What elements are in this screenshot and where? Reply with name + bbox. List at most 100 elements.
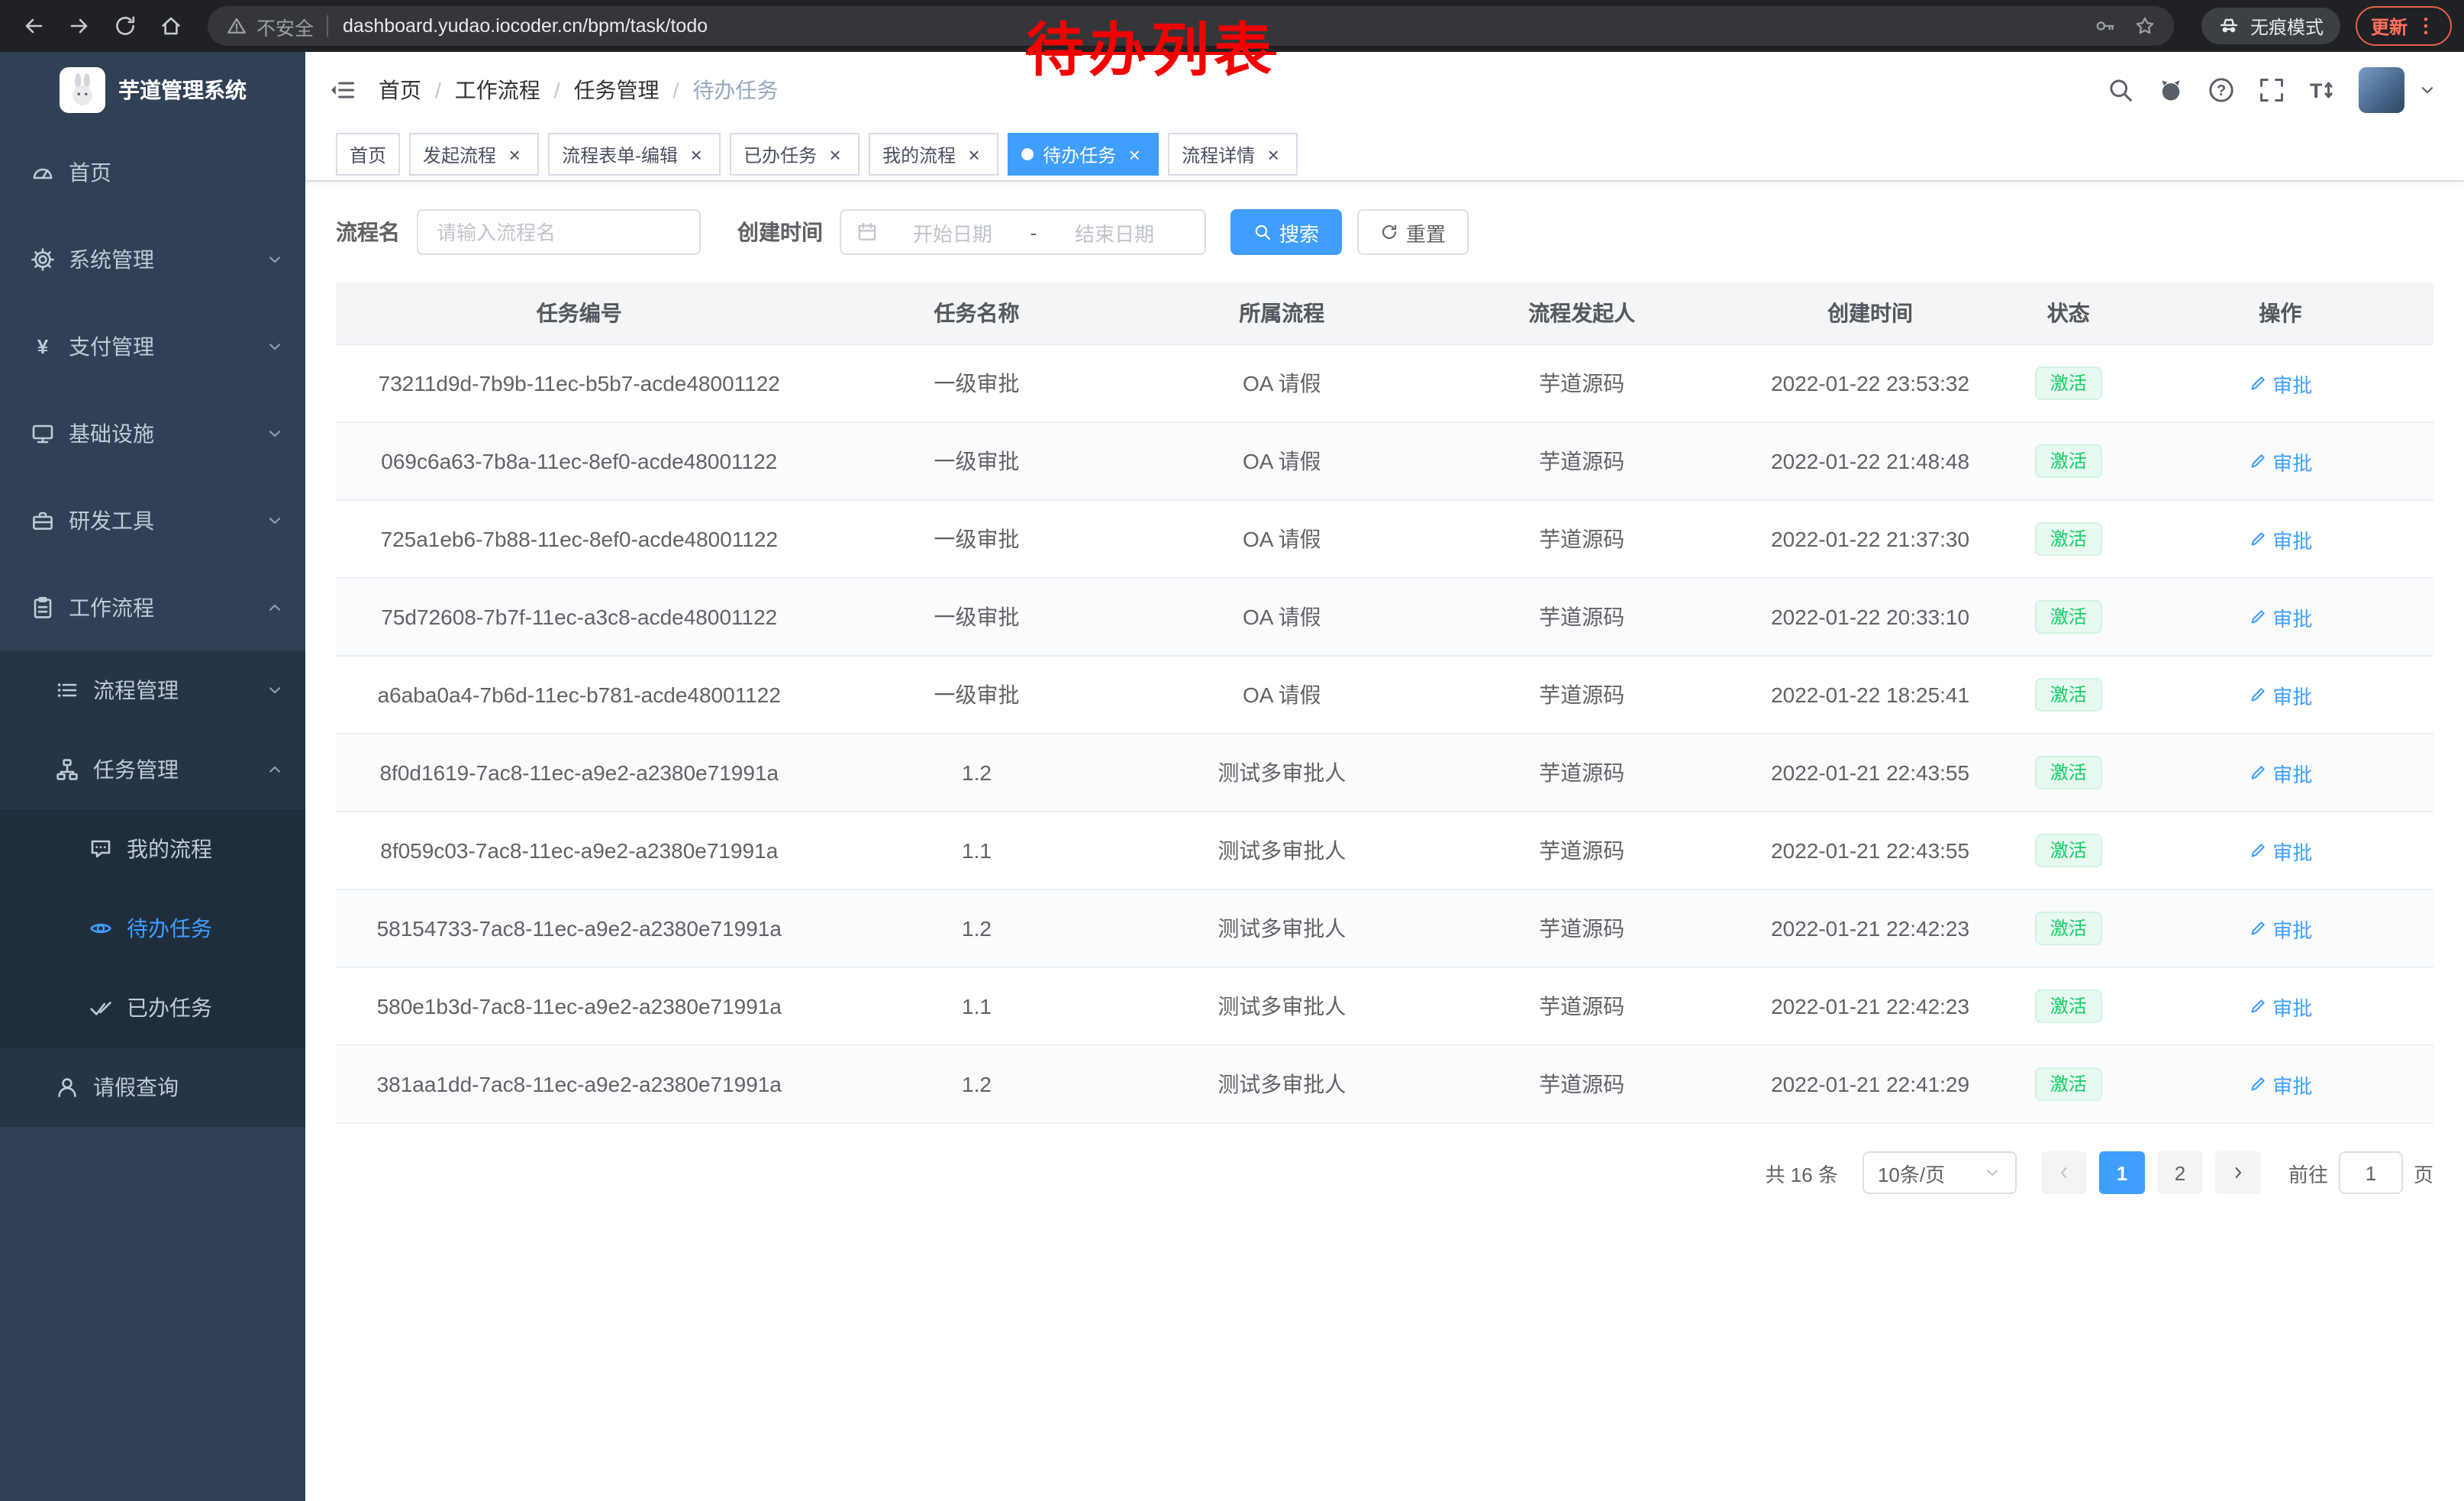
tab-label: 已办任务 — [743, 141, 817, 167]
home-button[interactable] — [150, 5, 192, 47]
tab-close-icon[interactable]: × — [1124, 144, 1145, 165]
approve-link[interactable]: 审批 — [2248, 1070, 2312, 1099]
sidebar-item-leave-query[interactable]: 请假查询 — [0, 1047, 305, 1127]
breadcrumb-item-home[interactable]: 首页 — [379, 75, 421, 105]
tab-close-icon[interactable]: × — [824, 144, 846, 165]
approve-link[interactable]: 审批 — [2248, 680, 2312, 709]
breadcrumb-item-task-mgmt[interactable]: 任务管理 — [574, 75, 660, 105]
sidebar-item-devtools[interactable]: 研发工具 — [0, 476, 305, 563]
navbar-actions: ? T — [2107, 67, 2464, 113]
status-badge: 激活 — [2035, 989, 2102, 1024]
status-badge: 激活 — [2035, 522, 2102, 557]
breadcrumb-item-current: 待办任务 — [692, 75, 778, 105]
sidebar-item-todo-task[interactable]: 待办任务 — [0, 889, 305, 968]
edit-pen-icon — [2248, 608, 2266, 626]
approve-link-label: 审批 — [2272, 992, 2312, 1021]
tab-label: 我的流程 — [882, 141, 956, 167]
page-button-1[interactable]: 1 — [2099, 1151, 2145, 1194]
cell-initiator: 芋道源码 — [1433, 344, 1730, 422]
next-page-button[interactable] — [2215, 1151, 2261, 1194]
tab-close-icon[interactable]: × — [685, 144, 707, 165]
bookmark-star-icon[interactable] — [2134, 15, 2156, 37]
tab-done-tasks[interactable]: 已办任务 × — [730, 133, 859, 176]
sidebar-toggle-button[interactable] — [305, 52, 379, 128]
start-date-placeholder[interactable]: 开始日期 — [878, 218, 1027, 247]
cell-process: 测试多审批人 — [1130, 889, 1433, 967]
approve-link[interactable]: 审批 — [2248, 602, 2312, 631]
prev-page-button[interactable] — [2041, 1151, 2087, 1194]
goto-page-input[interactable] — [2339, 1151, 2403, 1194]
cell-initiator: 芋道源码 — [1433, 889, 1730, 967]
url-text[interactable]: dashboard.yudao.iocoder.cn/bpm/task/todo — [343, 15, 708, 37]
breadcrumb-item-workflow[interactable]: 工作流程 — [455, 75, 540, 105]
rabbit-logo-icon — [62, 70, 102, 110]
reload-button[interactable] — [104, 5, 147, 47]
sidebar-item-payment[interactable]: ¥ 支付管理 — [0, 302, 305, 389]
sidebar-item-done-task[interactable]: 已办任务 — [0, 968, 305, 1047]
fullscreen-icon[interactable] — [2258, 76, 2285, 104]
approve-link[interactable]: 审批 — [2248, 836, 2312, 865]
sidebar-item-home[interactable]: 首页 — [0, 128, 305, 215]
tab-form-edit[interactable]: 流程表单-编辑 × — [548, 133, 721, 176]
approve-link[interactable]: 审批 — [2248, 914, 2312, 943]
cell-created: 2022-01-22 20:33:10 — [1730, 578, 2009, 656]
red-annotation-text: 待办列表 — [1026, 3, 1276, 87]
tab-my-process[interactable]: 我的流程 × — [869, 133, 998, 176]
back-button[interactable] — [12, 5, 55, 47]
page-size-value: 10条/页 — [1878, 1158, 1945, 1187]
browser-update-button[interactable]: 更新 — [2356, 6, 2452, 46]
sidebar-item-task-mgmt[interactable]: 任务管理 — [0, 730, 305, 809]
help-icon[interactable]: ? — [2208, 76, 2235, 104]
cell-task-name: 1.1 — [823, 812, 1131, 889]
sidebar-item-process-mgmt[interactable]: 流程管理 — [0, 650, 305, 730]
cell-initiator: 芋道源码 — [1433, 1045, 1730, 1123]
page-button-2[interactable]: 2 — [2157, 1151, 2203, 1194]
menu-dots-icon[interactable] — [2415, 15, 2437, 37]
font-size-icon[interactable]: T — [2308, 76, 2336, 104]
approve-link-label: 审批 — [2272, 836, 2312, 865]
approve-link-label: 审批 — [2272, 758, 2312, 787]
date-range-picker[interactable]: 开始日期 - 结束日期 — [840, 209, 1206, 255]
tab-close-icon[interactable]: × — [504, 144, 525, 165]
approve-link[interactable]: 审批 — [2248, 758, 2312, 787]
sidebar-item-label: 流程管理 — [93, 675, 179, 705]
search-icon[interactable] — [2107, 76, 2134, 104]
tab-close-icon[interactable]: × — [1263, 144, 1284, 165]
create-time-label: 创建时间 — [737, 217, 823, 247]
page-size-select[interactable]: 10条/页 — [1863, 1151, 2017, 1194]
reset-button[interactable]: 重置 — [1357, 209, 1469, 255]
chevron-down-icon — [266, 250, 284, 268]
approve-link[interactable]: 审批 — [2248, 369, 2312, 398]
forward-button[interactable] — [58, 5, 101, 47]
sidebar-item-my-process[interactable]: 我的流程 — [0, 809, 305, 889]
tab-initiate-process[interactable]: 发起流程 × — [409, 133, 539, 176]
approve-link[interactable]: 审批 — [2248, 447, 2312, 476]
user-avatar[interactable] — [2359, 67, 2404, 113]
sidebar-item-workflow[interactable]: 工作流程 — [0, 563, 305, 650]
tab-todo-tasks[interactable]: 待办任务 × — [1008, 133, 1159, 176]
approve-link[interactable]: 审批 — [2248, 525, 2312, 554]
search-button[interactable]: 搜索 — [1230, 209, 1342, 255]
cell-task-name: 一级审批 — [823, 422, 1131, 500]
cell-task-id: 75d72608-7b7f-11ec-a3c8-acde48001122 — [336, 578, 823, 656]
process-name-input[interactable] — [417, 209, 701, 255]
app-logo[interactable]: 芋道管理系统 — [0, 52, 305, 128]
avatar-caret-icon[interactable] — [2418, 81, 2437, 99]
github-icon[interactable] — [2157, 76, 2185, 104]
sidebar-item-system[interactable]: 系统管理 — [0, 215, 305, 302]
key-icon[interactable] — [2095, 15, 2116, 37]
double-check-icon — [89, 996, 113, 1020]
approve-link[interactable]: 审批 — [2248, 992, 2312, 1021]
security-label[interactable]: 不安全 — [256, 11, 314, 40]
reset-button-label: 重置 — [1406, 218, 1446, 247]
tab-home[interactable]: 首页 — [336, 133, 400, 176]
svg-text:¥: ¥ — [37, 334, 49, 357]
tab-close-icon[interactable]: × — [963, 144, 985, 165]
cell-task-id: a6aba0a4-7b6d-11ec-b781-acde48001122 — [336, 656, 823, 734]
edit-pen-icon — [2248, 530, 2266, 548]
sidebar-item-infrastructure[interactable]: 基础设施 — [0, 389, 305, 476]
end-date-placeholder[interactable]: 结束日期 — [1040, 218, 1189, 247]
table-row: 75d72608-7b7f-11ec-a3c8-acde48001122 一级审… — [336, 578, 2433, 656]
calendar-icon — [856, 221, 878, 243]
tab-process-detail[interactable]: 流程详情 × — [1168, 133, 1298, 176]
